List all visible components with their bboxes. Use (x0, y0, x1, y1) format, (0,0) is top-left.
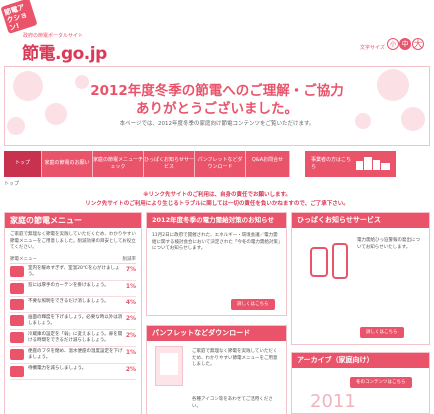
hero-banner: 2012年度冬季の節電へのご理解・ご協力 ありがとうございました。 本ページでは… (4, 66, 430, 146)
forecast-panel: 2012年度冬季の電力需給対策のお知らせ 11月2日に政府で開催された、エネルギ… (146, 212, 287, 316)
nav-business[interactable]: 事業者の方はこちら (305, 151, 396, 177)
pamphlet-image-inner (160, 353, 178, 375)
site-header: 節電アクション! 政府の節電ポータルサイト 節電.go.jp 文字サイズ 小 中… (0, 0, 434, 64)
archive-title: アーカイブ（家庭向け） (292, 353, 429, 368)
nav-home-request[interactable]: 家庭の節電のお願い (42, 151, 93, 177)
pamphlet-body: ご家庭で無理なく節電を実践していただくため、わかりやすい節電メニューをご用意しま… (192, 349, 278, 367)
pamphlet-note: 各種アイコン等をあわせてご活用ください。 (192, 397, 273, 409)
nav-qa[interactable]: Q&Aお問合せ (246, 151, 290, 177)
heater-icon (10, 265, 24, 277)
curtain-icon (10, 282, 24, 294)
light-icon (10, 298, 24, 310)
archive-panel: アーカイブ（家庭向け） 2011 冬のコンテンツはこちら (291, 352, 430, 414)
alert-service-panel: ひっぱくお知らせサービス 電力需給ひっ迫警報の発出についてお知らせいたします。 … (291, 212, 430, 345)
tip-row[interactable]: 窓には厚手のカーテンを掛けましょう。 1% (10, 282, 136, 297)
forecast-title: 2012年度冬季の電力需給対策のお知らせ (147, 213, 286, 228)
archive-year: 2011 (310, 391, 356, 412)
pamphlet-panel: パンフレットなどダウンロード ご家庭で無理なく節電を実践していただくため、わかり… (146, 325, 287, 414)
nav-alert-service[interactable]: ひっぱくお知らせサービス (144, 151, 195, 177)
tip-text: 便座のフタを閉め、温水便座の温度設定を下げましょう。 (28, 348, 123, 360)
nav-download[interactable]: パンフレットなどダウンロード (195, 151, 246, 177)
tip-percent: 2% (125, 365, 136, 373)
tv-icon (10, 314, 24, 326)
global-nav: トップ 家庭の節電のお願い 家庭の節電メニューチェック ひっぱくお知らせサービス… (4, 151, 430, 177)
tip-text: 画面の輝度を下げましょう。必要な時以外は消しましょう。 (28, 314, 123, 326)
archive-winter-button[interactable]: 冬のコンテンツはこちら (350, 377, 412, 388)
city-icon (356, 157, 390, 170)
hero-subtitle: 本ページでは、2012年度冬季の家庭向け節電コンテンツをご覧いただけます。 (119, 121, 315, 127)
forecast-detail-button[interactable]: 詳しくはこちら (231, 299, 275, 310)
nav-spacer (290, 151, 305, 177)
forecast-body: 11月2日に政府で開催された、エネルギー・環境会議／電力需給に関する検討会合にお… (152, 233, 281, 251)
hero-title-line2: ありがとうございました。 (136, 101, 298, 117)
page: 節電アクション! 政府の節電ポータルサイト 節電.go.jp 文字サイズ 小 中… (0, 0, 434, 414)
plug-icon (10, 365, 24, 377)
link-notice-line2: リンク先サイトのご利用により生じるトラブルに関しては一切の責任を負いかねますので… (85, 201, 349, 207)
tip-row[interactable]: 室内を暖めすぎず、室温20℃を心がけましょう。 7% (10, 265, 136, 281)
site-tagline: 政府の節電ポータルサイト (23, 33, 84, 39)
tip-row[interactable]: 待機電力を減らしましょう。 2% (10, 365, 136, 380)
tip-percent: 1% (125, 348, 136, 356)
home-menu-title: 家庭の節電メニュー (5, 213, 141, 228)
home-menu-intro: ご家庭で無理なく節電を実践していただくため、わかりやすい節電メニューをご用意しま… (10, 232, 136, 250)
tip-percent: 2% (125, 314, 136, 322)
fridge-icon (10, 331, 24, 343)
tip-percent: 7% (125, 265, 136, 273)
tip-row[interactable]: 不要な照明をできるだけ消しましょう。 4% (10, 298, 136, 313)
home-menu-panel: 家庭の節電メニュー ご家庭で無理なく節電を実践していただくため、わかりやすい節電… (4, 212, 142, 414)
smartphone-icon (310, 247, 328, 277)
toilet-icon (10, 348, 24, 360)
nav-business-label: 事業者の方はこちら (311, 157, 352, 170)
tips-table-header: 節電メニュー 削減率 (10, 256, 136, 264)
site-logo[interactable]: 節電.go.jp (22, 39, 107, 64)
pamphlet-title: パンフレットなどダウンロード (147, 326, 286, 341)
tip-text: 不要な照明をできるだけ消しましょう。 (28, 298, 109, 304)
tip-percent: 4% (125, 298, 136, 306)
font-size-label: 文字サイズ (360, 45, 385, 51)
tip-text: 室内を暖めすぎず、室温20℃を心がけましょう。 (28, 265, 120, 277)
tip-percent: 1% (125, 282, 136, 290)
tip-row[interactable]: 便座のフタを閉め、温水便座の温度設定を下げましょう。 1% (10, 348, 136, 364)
font-size-medium-button[interactable]: 中 (399, 38, 411, 50)
font-size-small-button[interactable]: 小 (387, 38, 399, 50)
tip-text: 窓には厚手のカーテンを掛けましょう。 (28, 282, 109, 288)
pamphlet-image (155, 346, 183, 386)
nav-top[interactable]: トップ (4, 151, 42, 177)
tip-percent: 2% (125, 331, 136, 339)
link-notice-line1: ※リンク先サイトのご利用は、自身の責任でお願いします。 (143, 192, 291, 198)
setsuden-action-flag: 節電アクション! (0, 0, 38, 34)
mobile-phone-icon (332, 243, 348, 279)
alert-service-title: ひっぱくお知らせサービス (292, 213, 429, 228)
tip-row[interactable]: 画面の輝度を下げましょう。必要な時以外は消しましょう。 2% (10, 314, 136, 330)
hero-title-line1: 2012年度冬季の節電へのご理解・ご協力 (90, 83, 344, 99)
alert-service-detail-button[interactable]: 詳しくはこちら (360, 327, 404, 338)
font-size-large-button[interactable]: 大 (412, 38, 424, 50)
nav-menu-check[interactable]: 家庭の節電メニューチェック (93, 151, 144, 177)
tip-row[interactable]: 冷蔵庫の設定を「弱」に変えましょう。扉を開ける時間をできるだけ減らしましょう。 2… (10, 331, 136, 347)
tip-text: 冷蔵庫の設定を「弱」に変えましょう。扉を開ける時間をできるだけ減らしましょう。 (28, 331, 123, 343)
alert-service-body: 電力需給ひっ迫警報の発出についてお知らせいたします。 (357, 238, 420, 250)
tips-col-effect: 削減率 (122, 256, 137, 262)
tips-col-menu: 節電メニュー (10, 256, 37, 262)
tip-text: 待機電力を減らしましょう。 (28, 365, 87, 371)
breadcrumb: トップ (4, 181, 20, 187)
